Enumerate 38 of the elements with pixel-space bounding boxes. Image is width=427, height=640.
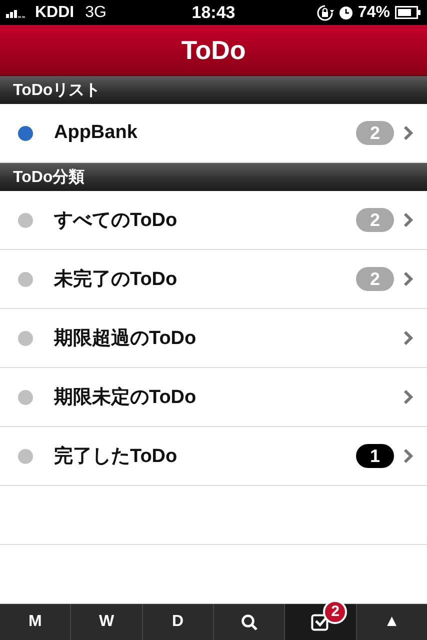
carrier-name: KDDI	[35, 4, 74, 22]
list-row[interactable]: 完了したToDo 1	[0, 427, 427, 486]
row-label: 期限未定のToDo	[54, 386, 198, 410]
tab-button[interactable]: D	[142, 604, 214, 640]
row-label: 未完了のToDo	[54, 268, 178, 292]
tab-button[interactable]: M	[0, 604, 72, 640]
chevron-icon	[403, 330, 413, 346]
count-badge: 2	[356, 208, 394, 232]
alarm-icon	[338, 6, 353, 20]
list-row[interactable]: すべてのToDo 2	[0, 191, 427, 250]
chevron-icon	[403, 212, 413, 228]
battery-percent: 74%	[358, 4, 390, 22]
chevron-icon	[403, 448, 413, 464]
row-label: すべてのToDo	[54, 209, 178, 234]
chevron-icon	[403, 389, 413, 406]
search-icon	[240, 614, 258, 631]
row-label: 完了したToDo	[54, 444, 178, 470]
tab-button[interactable]: W	[71, 604, 143, 640]
status-time: 18:43	[192, 2, 236, 23]
battery-icon	[395, 6, 421, 20]
count-badge: 2	[356, 267, 394, 292]
notification-badge: 2	[323, 600, 348, 624]
section-header: ToDo分類	[0, 163, 427, 192]
list-row[interactable]: 期限超過のToDo	[0, 309, 427, 368]
list-row[interactable]: 期限未定のToDo	[0, 368, 427, 428]
row-label: AppBank	[54, 122, 138, 144]
row-label: 期限超過のToDo	[54, 327, 198, 352]
rotation-lock-icon	[316, 4, 334, 22]
count-badge: 1	[356, 444, 394, 468]
checkbox-icon	[311, 613, 330, 632]
network-type: 3G	[85, 4, 106, 22]
chevron-icon	[403, 271, 413, 288]
chevron-icon	[403, 125, 413, 142]
tab-button[interactable]: ▲	[356, 604, 427, 640]
section-header: ToDoリスト	[0, 76, 427, 104]
nav-title: ToDo	[181, 34, 246, 66]
list-row[interactable]: 未完了のToDo 2	[0, 250, 427, 310]
count-badge: 2	[356, 121, 394, 146]
